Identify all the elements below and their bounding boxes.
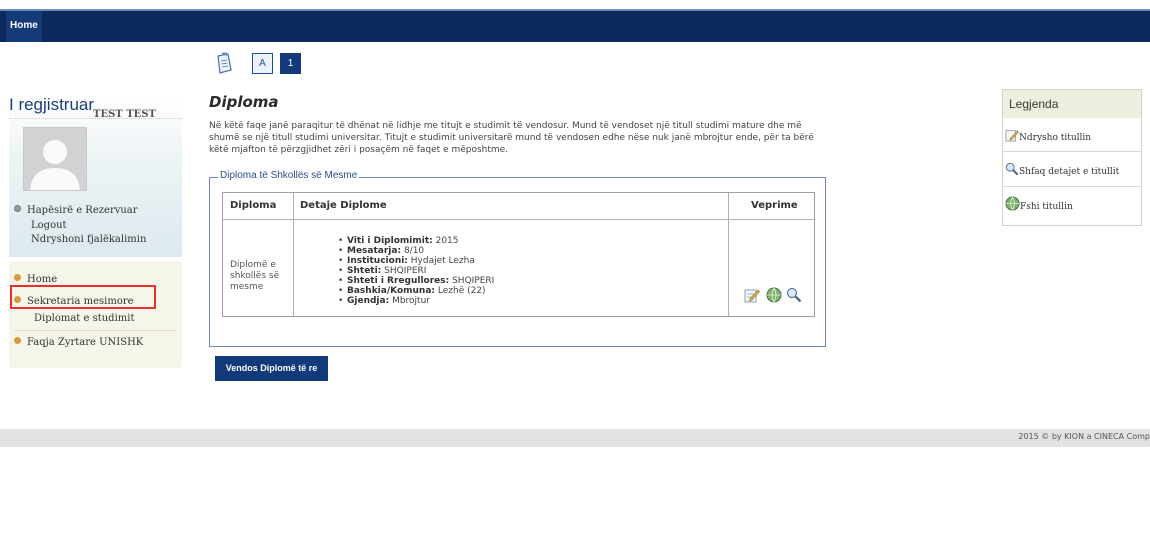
bullet-icon (14, 337, 21, 344)
page-title: Diploma (209, 93, 279, 111)
sidebar-item-label: Faqja Zyrtare UNISHK (27, 337, 144, 348)
reserved-area-label: Hapësirë e Rezervuar (27, 205, 138, 216)
clipboard-icon (215, 52, 233, 74)
sidebar-item-faqja-zyrtare[interactable]: Faqja Zyrtare UNISHK (14, 337, 143, 348)
sidebar-title: I regjistruar (9, 95, 95, 114)
intro-text: Në këtë faqe janë paraqitur të dhënat në… (209, 121, 814, 155)
diploma-type: Diplomë e shkollës së mesme (230, 260, 280, 292)
detail-label: Gjendja: (347, 296, 390, 306)
detail-item: Gjendja: Mbrojtur (338, 296, 494, 306)
sidebar-item-diplomat[interactable]: Diplomat e studimit (34, 313, 134, 324)
detail-item: Shteti: SHQIPERI (338, 266, 494, 276)
magnifier-icon (1005, 162, 1019, 176)
legend-item-edit: Ndrysho titullin (1005, 128, 1091, 143)
detail-label: Shteti i Rregullores: (347, 276, 450, 286)
diplomas-table: Diploma Detaje Diplome Veprime Diplomë e… (222, 192, 815, 317)
high-school-diplomas-section: Diploma të Shkollës së Mesme Diploma Det… (209, 170, 826, 347)
column-header: Detaje Diplome (300, 200, 387, 211)
edit-icon[interactable] (744, 287, 760, 303)
detail-item: Shteti i Rregullores: SHQIPERI (338, 276, 494, 286)
detail-value: Mbrojtur (392, 296, 430, 306)
edit-icon (1005, 130, 1019, 142)
column-header: Veprime (751, 200, 798, 211)
column-header: Diploma (230, 200, 277, 211)
divider (293, 193, 294, 316)
logout-link[interactable]: Logout (31, 220, 67, 231)
detail-label: Viti i Diplomimit: (347, 236, 433, 246)
detail-value: Lezhë (22) (437, 286, 486, 296)
change-password-link[interactable]: Ndryshoni fjalëkalimin (31, 234, 146, 245)
detail-value: SHQIPERI (452, 276, 495, 286)
detail-label: Mesatarja: (347, 246, 402, 256)
legend-item-label: Fshi titullin (1020, 202, 1073, 212)
detail-value: 8/10 (403, 246, 425, 256)
sidebar-item-label: Home (27, 274, 58, 285)
top-nav-bar: Home (0, 9, 1150, 42)
footer-bar: 2015 © by KION a CINECA Comp (0, 429, 1150, 447)
bullet-icon (14, 274, 21, 281)
legend-item-label: Ndrysho titullin (1019, 133, 1092, 143)
divider (728, 193, 729, 316)
magnifier-icon[interactable] (786, 287, 802, 303)
detail-item: Viti i Diplomimit: 2015 (338, 236, 494, 246)
legend-title: Legjenda (1003, 90, 1141, 118)
step-1-button[interactable]: 1 (280, 53, 301, 74)
detail-value: Hydajet Lezha (410, 256, 475, 266)
divider (223, 219, 814, 220)
detail-label: Shteti: (347, 266, 382, 276)
globe-delete-icon (1005, 196, 1020, 211)
footer-copyright: 2015 © by KION a CINECA Comp (1018, 432, 1150, 441)
sidebar-item-home[interactable]: Home (14, 274, 57, 285)
diploma-details: Viti i Diplomimit: 2015 Mesatarja: 8/10 … (338, 236, 494, 306)
add-diploma-button[interactable]: Vendos Diplomë të re (215, 356, 328, 381)
step-a-button[interactable]: A (252, 53, 273, 74)
detail-item: Institucioni: Hydajet Lezha (338, 256, 494, 266)
detail-label: Institucioni: (347, 256, 408, 266)
avatar (23, 127, 87, 191)
gear-icon (14, 205, 21, 212)
highlight-box (10, 285, 156, 309)
divider (9, 118, 182, 119)
profile-panel: TEST TEST Hapësirë e Rezervuar Logout Nd… (9, 99, 182, 257)
divider (1003, 186, 1141, 187)
divider (15, 330, 175, 331)
detail-item: Bashkia/Komuna: Lezhë (22) (338, 286, 494, 296)
globe-delete-icon[interactable] (766, 287, 782, 303)
divider (1003, 151, 1141, 152)
sidebar-menu: Home Sekretaria mesimore Diplomat e stud… (9, 261, 182, 368)
reserved-area-link[interactable]: Hapësirë e Rezervuar (14, 205, 138, 216)
detail-value: 2015 (435, 236, 459, 246)
section-title: Diploma të Shkollës së Mesme (218, 170, 360, 181)
detail-value: SHQIPERI (384, 266, 427, 276)
home-tab[interactable]: Home (6, 11, 42, 42)
detail-label: Bashkia/Komuna: (347, 286, 435, 296)
legend-item-label: Shfaq detajet e titullit (1019, 167, 1120, 177)
legend-item-delete: Fshi titullin (1005, 196, 1073, 212)
legend-item-details: Shfaq detajet e titullit (1005, 162, 1119, 177)
detail-item: Mesatarja: 8/10 (338, 246, 494, 256)
legend-panel: Legjenda Ndrysho titullin Shfaq detajet … (1002, 89, 1142, 226)
